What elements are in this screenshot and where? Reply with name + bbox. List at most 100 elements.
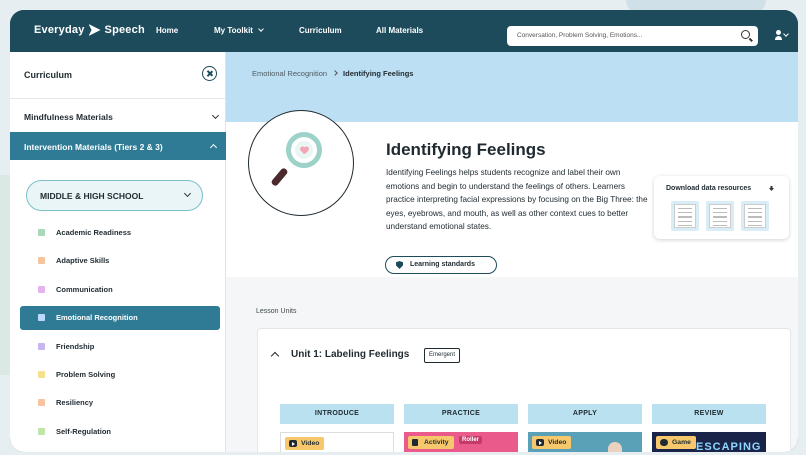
breadcrumb-parent[interactable]: Emotional Recognition (252, 69, 327, 78)
level-dropdown[interactable]: MIDDLE & HIGH SCHOOL (26, 180, 203, 211)
play-icon (536, 439, 544, 446)
chevron-down-icon (183, 189, 192, 198)
chevron-right-icon (332, 70, 338, 76)
sidebar-subject-label: Problem Solving (56, 370, 116, 379)
user-icon (776, 30, 781, 35)
close-icon[interactable] (202, 66, 217, 81)
nav-my-toolkit-label: My Toolkit (214, 26, 253, 35)
nav-home[interactable]: Home (156, 26, 178, 35)
brand-chevron-icon (88, 24, 101, 36)
download-title: Download data resources (666, 185, 752, 192)
activity-type-label: Game (672, 438, 691, 446)
chevron-down-icon (783, 31, 789, 37)
activity-card[interactable]: Activity Roller (404, 432, 518, 452)
heart-icon (300, 147, 308, 154)
user-menu[interactable] (775, 30, 791, 40)
divider (10, 98, 226, 99)
chevron-up-icon[interactable] (270, 351, 280, 361)
sidebar-item-label: Intervention Materials (Tiers 2 & 3) (24, 142, 163, 152)
phase-practice-header[interactable]: PRACTICE (404, 404, 518, 424)
sidebar-item-mindfulness[interactable]: Mindfulness Materials (24, 111, 220, 122)
person-figure (608, 442, 622, 452)
activity-card[interactable]: Video (528, 432, 642, 452)
sidebar-subject-label: Adaptive Skills (56, 256, 110, 266)
phase-apply-header[interactable]: APPLY (528, 404, 642, 424)
download-icon (768, 186, 775, 193)
nav-curriculum[interactable]: Curriculum (299, 26, 342, 35)
chevron-down-icon (211, 111, 220, 120)
sidebar-subject-label: Academic Readiness (56, 228, 132, 237)
sidebar-subject-item[interactable]: Resiliency (20, 391, 220, 415)
nav-my-toolkit[interactable]: My Toolkit (214, 26, 265, 35)
breadcrumb: Emotional Recognition Identifying Feeling… (252, 69, 413, 78)
main-content: Emotional Recognition Identifying Feeling… (226, 52, 798, 452)
activity-card[interactable]: Game ESCAPINGCYBER CITY (652, 432, 766, 452)
sidebar-subject-item[interactable]: Friendship (20, 335, 220, 359)
search-placeholder: Conversation, Problem Solving, Emotions.… (517, 32, 643, 39)
sidebar-subject-item[interactable]: Problem Solving (20, 363, 220, 387)
activity-type-label: Video (301, 439, 320, 447)
sidebar-subject-item[interactable]: Adaptive Skills (20, 249, 220, 273)
chevron-up-icon (209, 143, 218, 152)
subject-color-icon (38, 427, 45, 435)
activity-type-label: Video (548, 438, 567, 446)
activity-type-tag: Video (532, 436, 572, 449)
subject-color-icon (38, 285, 45, 293)
brand-name-right: Speech (104, 24, 145, 36)
thumbnail-text: Roller (459, 436, 483, 444)
chevron-down-icon (258, 26, 265, 32)
sidebar-subject-item[interactable]: Self-Regulation (20, 420, 220, 444)
play-icon (289, 440, 297, 447)
sidebar-subject-item[interactable]: Academic Readiness (20, 221, 220, 245)
level-badge: Emergent (424, 348, 461, 363)
subject-color-icon (38, 314, 45, 322)
activity-type-tag: Activity (408, 436, 454, 449)
sidebar-subject-label: Friendship (56, 341, 95, 351)
download-resources-card[interactable]: Download data resources (654, 176, 789, 239)
search-icon[interactable] (741, 30, 750, 39)
unit-card: Unit 1: Labeling Feelings Emergent INTRO… (257, 328, 791, 452)
phase-review-header[interactable]: REVIEW (652, 404, 766, 424)
sidebar-title: Curriculum (24, 70, 73, 80)
brand-logo[interactable]: Everyday Speech (34, 24, 145, 36)
phase-introduce-header[interactable]: INTRODUCE (280, 404, 394, 424)
sidebar: Curriculum Mindfulness Materials Interve… (10, 52, 226, 452)
thumbnail-text: ESCAPINGCYBER CITY (696, 441, 766, 453)
resource-thumbnail[interactable] (741, 201, 769, 231)
sidebar-subject-label: Resiliency (56, 398, 94, 408)
page-description: Identifying Feelings helps students reco… (386, 168, 648, 231)
learning-standards-label: Learning standards (410, 261, 475, 268)
sidebar-item-label: Mindfulness Materials (24, 112, 113, 122)
activity-card[interactable]: Video (280, 432, 394, 452)
level-dropdown-label: MIDDLE & HIGH SCHOOL (40, 191, 144, 201)
search-input[interactable]: Conversation, Problem Solving, Emotions.… (507, 26, 758, 46)
subject-color-icon (38, 342, 45, 350)
resource-thumbnail[interactable] (706, 201, 734, 231)
document-icon (412, 439, 418, 446)
sidebar-subject-label: Communication (56, 284, 113, 294)
sidebar-subject-item[interactable]: Communication (20, 278, 220, 302)
sidebar-subject-label: Self-Regulation (56, 426, 112, 436)
shield-icon (396, 261, 403, 269)
thumbnail-text-line: ESCAPING (696, 441, 762, 453)
subject-color-icon (38, 257, 45, 265)
unit-title[interactable]: Unit 1: Labeling Feelings (291, 349, 409, 360)
user-icon-body (775, 36, 782, 40)
sidebar-subject-item[interactable]: Emotional Recognition (20, 306, 220, 331)
activity-type-tag: Video (285, 437, 325, 450)
gamepad-icon (660, 439, 668, 446)
magnifier-handle (270, 167, 289, 187)
resource-thumbnail[interactable] (671, 201, 699, 231)
activity-type-label: Activity (424, 438, 449, 446)
sidebar-subject-label: Emotional Recognition (56, 313, 138, 323)
magnifier-heart-icon (248, 110, 354, 216)
page-title: Identifying Feelings (386, 140, 546, 159)
magnifier-lens (286, 132, 322, 168)
subject-color-icon (38, 371, 45, 378)
sidebar-item-intervention[interactable]: Intervention Materials (Tiers 2 & 3) (10, 132, 226, 160)
breadcrumb-current: Identifying Feelings (343, 69, 414, 78)
top-navigation: Everyday Speech Home My Toolkit Curricul… (10, 10, 798, 52)
learning-standards-button[interactable]: Learning standards (385, 256, 497, 274)
nav-all-materials[interactable]: All Materials (376, 26, 423, 35)
brand-name-left: Everyday (34, 24, 85, 36)
